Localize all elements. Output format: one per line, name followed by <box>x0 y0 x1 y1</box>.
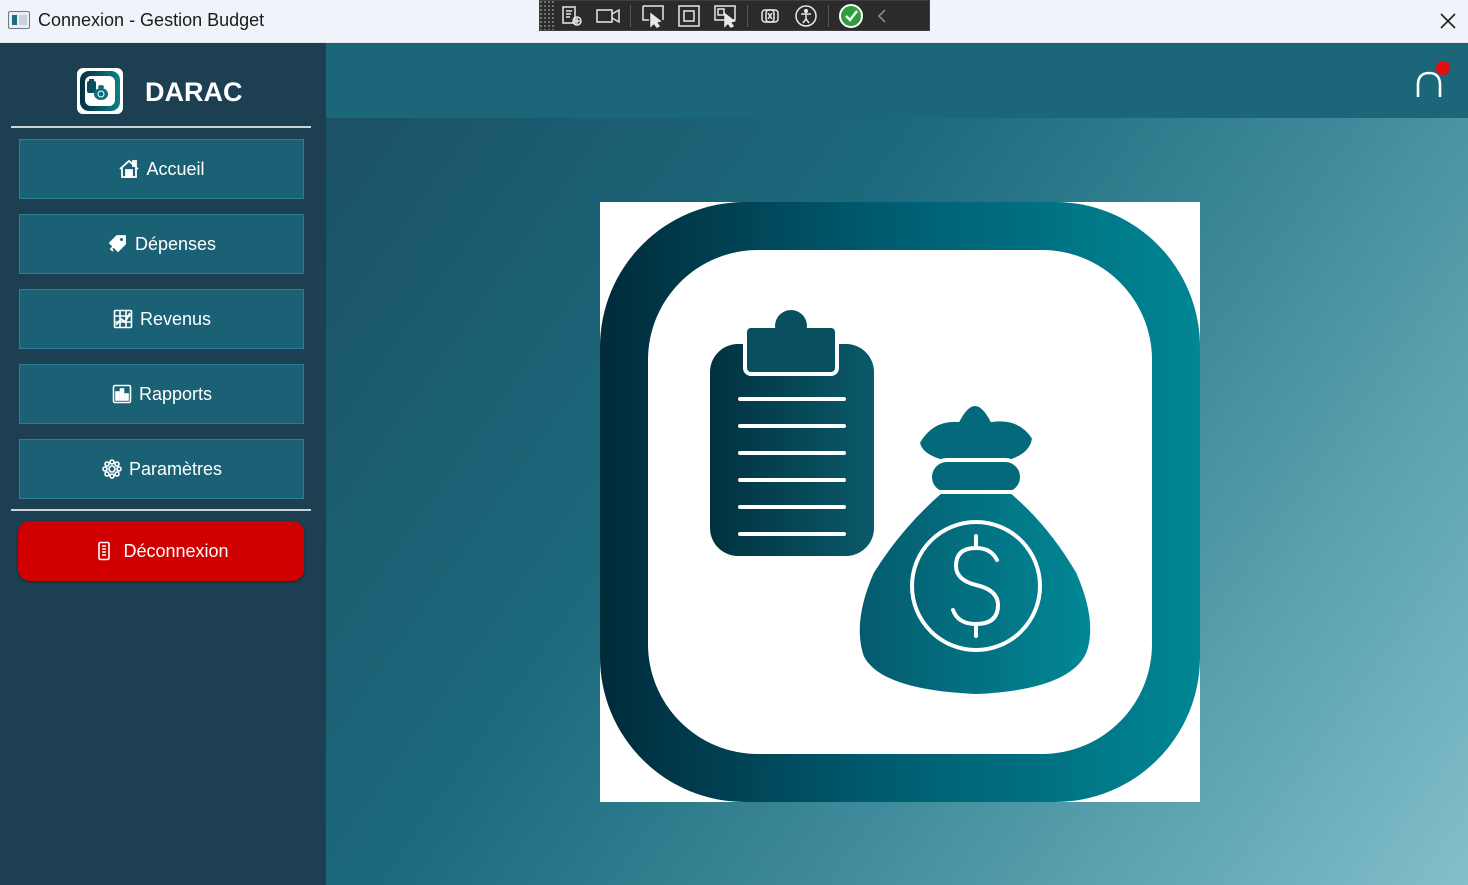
nav-label: Dépenses <box>134 233 217 254</box>
nav-label: Rapports <box>138 383 213 404</box>
nav-revenus-button[interactable]: Revenus <box>19 289 304 349</box>
check-icon <box>839 3 863 28</box>
binding-failures-button[interactable] <box>752 2 788 30</box>
track-focused-element-button[interactable] <box>707 2 743 30</box>
logout-label: Déconnexion <box>123 540 229 561</box>
brand-logo <box>77 68 123 114</box>
record-icon <box>596 8 620 23</box>
toolbar-separator <box>747 4 748 27</box>
track-focused-element-icon <box>714 4 736 28</box>
toolbar-separator <box>828 4 829 27</box>
debug-toolbar <box>539 0 930 31</box>
brand: DARAC <box>0 43 326 127</box>
sidebar: DARAC Accueil Dépenses Revenus Rapports … <box>0 43 326 885</box>
nav-parametres-button[interactable]: Paramètres <box>19 439 304 499</box>
live-visual-tree-button[interactable] <box>554 2 590 30</box>
display-layout-adorners-button[interactable] <box>671 2 707 30</box>
home-icon <box>118 158 140 180</box>
nav-label: Revenus <box>139 308 212 329</box>
app-icon <box>8 11 30 29</box>
accessibility-icon <box>795 4 817 27</box>
collapse-chevron-icon <box>877 8 886 23</box>
live-visual-tree-icon <box>562 5 582 26</box>
sidebar-divider <box>11 509 311 511</box>
main-content <box>326 43 1468 885</box>
nav-accueil-button[interactable]: Accueil <box>19 139 304 199</box>
notification-badge <box>1436 61 1450 75</box>
brand-name: DARAC <box>145 77 243 107</box>
display-layout-adorners-icon <box>678 4 700 27</box>
hero-logo-image <box>600 202 1200 802</box>
gear-icon <box>101 458 123 480</box>
record-button[interactable] <box>590 2 626 30</box>
nav-depenses-button[interactable]: Dépenses <box>19 214 304 274</box>
toolbar-separator <box>630 4 631 27</box>
window-title: Connexion - Gestion Budget <box>38 10 265 30</box>
nav-rapports-button[interactable]: Rapports <box>19 364 304 424</box>
binding-failures-icon <box>761 8 779 23</box>
window-close-button[interactable] <box>1428 0 1468 42</box>
bar-chart-icon <box>111 383 133 405</box>
notification-button[interactable] <box>1414 61 1450 101</box>
logout-button[interactable]: Déconnexion <box>18 521 304 581</box>
top-bar <box>326 43 1468 118</box>
tag-icon <box>107 233 129 255</box>
collapse-toolbar-button[interactable] <box>869 2 895 30</box>
nav-label: Paramètres <box>128 458 223 479</box>
sidebar-divider <box>11 126 311 128</box>
door-icon <box>93 540 115 562</box>
close-icon <box>1440 13 1456 29</box>
chart-grid-icon <box>112 308 134 330</box>
select-element-button[interactable] <box>635 2 671 30</box>
select-element-icon <box>642 4 664 28</box>
toolbar-grip[interactable] <box>540 1 554 30</box>
nav-label: Accueil <box>146 158 205 179</box>
hot-reload-status-button[interactable] <box>833 2 869 30</box>
accessibility-button[interactable] <box>788 2 824 30</box>
